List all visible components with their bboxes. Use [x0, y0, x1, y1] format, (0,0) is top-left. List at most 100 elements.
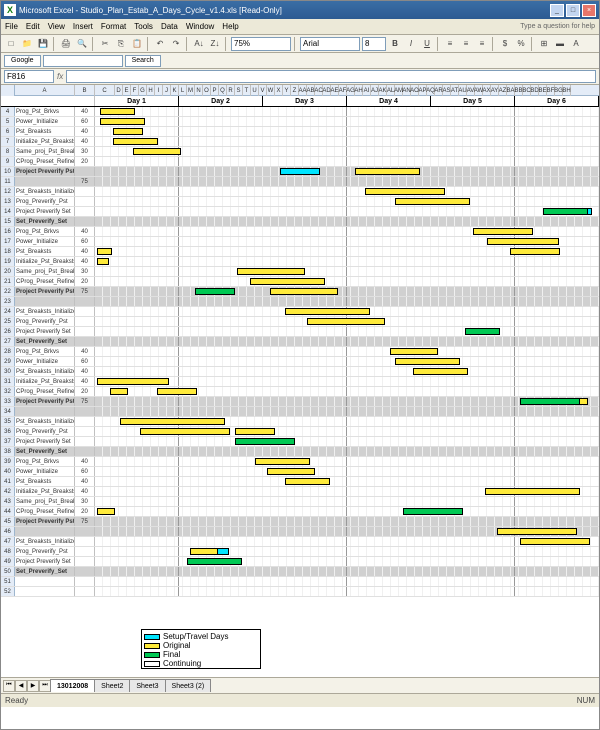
task-row[interactable]: 38Set_Preverify_Set	[1, 447, 599, 457]
task-row[interactable]: 27Set_Preverify_Set	[1, 337, 599, 347]
col-header[interactable]: S	[235, 85, 243, 96]
task-row[interactable]: 1175	[1, 177, 599, 187]
row-number[interactable]: 37	[1, 437, 15, 446]
percent-icon[interactable]: %	[514, 37, 528, 51]
formula-input[interactable]	[66, 70, 596, 83]
bold-icon[interactable]: B	[388, 37, 402, 51]
task-row[interactable]: 30Pst_Breaksts_Initialize40	[1, 367, 599, 377]
google-go-btn[interactable]: Search	[125, 55, 161, 67]
task-row[interactable]: 49Project Preverify Set	[1, 557, 599, 567]
tab-next-icon[interactable]: ▶	[27, 680, 39, 692]
col-header[interactable]: D	[115, 85, 123, 96]
col-header[interactable]: R	[227, 85, 235, 96]
task-row[interactable]: 14Project Preverify Set	[1, 207, 599, 217]
task-row[interactable]: 8Same_proj_Pst_Breaksts30	[1, 147, 599, 157]
menu-file[interactable]: File	[5, 22, 18, 31]
row-number[interactable]: 47	[1, 537, 15, 546]
task-row[interactable]: 28Prog_Pst_Brkvs40	[1, 347, 599, 357]
task-row[interactable]: 45Project Preverify Pst75	[1, 517, 599, 527]
col-header[interactable]: G	[139, 85, 147, 96]
row-number[interactable]: 6	[1, 127, 15, 136]
col-header[interactable]: AS	[443, 85, 451, 96]
row-number[interactable]: 34	[1, 407, 15, 416]
col-header[interactable]: P	[211, 85, 219, 96]
borders-icon[interactable]: ⊞	[537, 37, 551, 51]
task-row[interactable]: 23	[1, 297, 599, 307]
open-icon[interactable]: 📁	[20, 37, 34, 51]
tab-first-icon[interactable]: ⏮	[3, 680, 15, 692]
font-color-icon[interactable]: A	[569, 37, 583, 51]
col-header[interactable]: U	[251, 85, 259, 96]
fx-icon[interactable]: fx	[57, 72, 63, 81]
task-row[interactable]: 22Project Preverify Pst75	[1, 287, 599, 297]
col-header[interactable]: O	[203, 85, 211, 96]
task-row[interactable]: 15Set_Preverify_Set	[1, 217, 599, 227]
row-number[interactable]: 28	[1, 347, 15, 356]
maximize-button[interactable]: □	[566, 4, 580, 17]
row-number[interactable]: 39	[1, 457, 15, 466]
col-header[interactable]: Y	[283, 85, 291, 96]
row-number[interactable]: 23	[1, 297, 15, 306]
row-number[interactable]: 46	[1, 527, 15, 536]
row-number[interactable]: 26	[1, 327, 15, 336]
task-row[interactable]: 42Initialize_Pst_Breaksts40	[1, 487, 599, 497]
sort-desc-icon[interactable]: Z↓	[208, 37, 222, 51]
font-size-box[interactable]: 8	[362, 37, 386, 51]
new-icon[interactable]: □	[4, 37, 18, 51]
row-number[interactable]: 48	[1, 547, 15, 556]
menu-tools[interactable]: Tools	[134, 22, 153, 31]
currency-icon[interactable]: $	[498, 37, 512, 51]
row-number[interactable]: 9	[1, 157, 15, 166]
row-number[interactable]: 41	[1, 477, 15, 486]
row-number[interactable]: 27	[1, 337, 15, 346]
align-center-icon[interactable]: ≡	[459, 37, 473, 51]
row-number[interactable]: 18	[1, 247, 15, 256]
task-row[interactable]: 25Prog_Preverify_Pst	[1, 317, 599, 327]
row-number[interactable]: 24	[1, 307, 15, 316]
row-number[interactable]: 35	[1, 417, 15, 426]
task-row[interactable]: 21CProg_Preset_Refine20	[1, 277, 599, 287]
task-row[interactable]: 48Prog_Preverify_Pst	[1, 547, 599, 557]
row-number[interactable]: 29	[1, 357, 15, 366]
menu-help[interactable]: Help	[222, 22, 238, 31]
col-header[interactable]: B	[75, 85, 95, 96]
task-row[interactable]: 5Power_Initialize60	[1, 117, 599, 127]
row-number[interactable]: 8	[1, 147, 15, 156]
task-row[interactable]: 37Project Preverify Set	[1, 437, 599, 447]
sheet-tab[interactable]: Sheet3 (2)	[165, 679, 212, 692]
task-row[interactable]: 31Initialize_Pst_Breaksts40	[1, 377, 599, 387]
col-header[interactable]: E	[123, 85, 131, 96]
col-header[interactable]: AI	[363, 85, 371, 96]
align-right-icon[interactable]: ≡	[475, 37, 489, 51]
task-row[interactable]: 7Initialize_Pst_Breaksts40	[1, 137, 599, 147]
col-header[interactable]: M	[187, 85, 195, 96]
worksheet-grid[interactable]: ABCDEFGHIJKLMNOPQRSTUVWXYZAAABACADAEAFAG…	[1, 85, 599, 677]
help-search[interactable]: Type a question for help	[520, 23, 595, 30]
task-row[interactable]: 46	[1, 527, 599, 537]
google-search-btn[interactable]: Google	[4, 55, 41, 67]
task-row[interactable]: 34	[1, 407, 599, 417]
name-box[interactable]: F816	[4, 70, 54, 83]
row-number[interactable]: 32	[1, 387, 15, 396]
task-row[interactable]: 17Power_Initialize60	[1, 237, 599, 247]
col-header[interactable]: L	[179, 85, 187, 96]
row-number[interactable]: 40	[1, 467, 15, 476]
task-row[interactable]: 33Project Preverify Pst75	[1, 397, 599, 407]
sheet-tab[interactable]: 13012008	[50, 679, 95, 692]
task-row[interactable]: 24Pst_Breaksts_Initialize	[1, 307, 599, 317]
row-number[interactable]: 52	[1, 587, 15, 596]
tab-prev-icon[interactable]: ◀	[15, 680, 27, 692]
task-row[interactable]: 35Pst_Breaksts_Initialize	[1, 417, 599, 427]
row-number[interactable]: 31	[1, 377, 15, 386]
fill-color-icon[interactable]: ▬	[553, 37, 567, 51]
save-icon[interactable]: 💾	[36, 37, 50, 51]
menu-edit[interactable]: Edit	[26, 22, 40, 31]
row-number[interactable]: 30	[1, 367, 15, 376]
zoom-box[interactable]: 75%	[231, 37, 291, 51]
task-row[interactable]: 36Prog_Preverify_Pst	[1, 427, 599, 437]
paste-icon[interactable]: 📋	[130, 37, 144, 51]
task-row[interactable]: 12Pst_Breaksts_Initialize	[1, 187, 599, 197]
select-all-corner[interactable]	[1, 85, 15, 96]
row-number[interactable]: 25	[1, 317, 15, 326]
col-header[interactable]: C	[95, 85, 115, 96]
